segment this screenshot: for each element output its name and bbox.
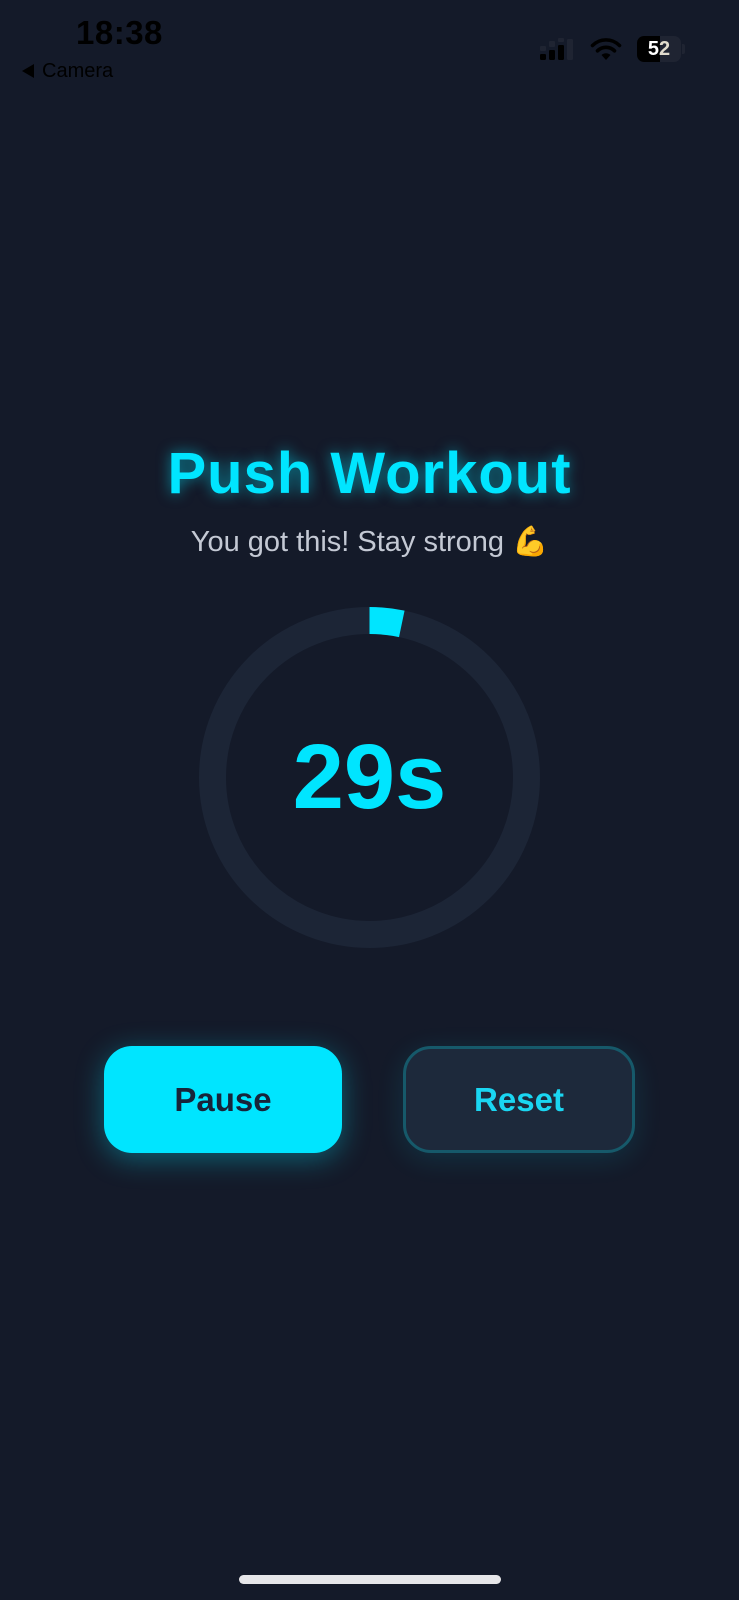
workout-title: Push Workout xyxy=(167,441,572,506)
battery-body: 52 xyxy=(637,36,681,62)
battery-tip xyxy=(682,44,685,54)
timer-countdown: 29s xyxy=(292,726,447,828)
wifi-icon xyxy=(590,38,622,60)
home-indicator[interactable] xyxy=(239,1575,501,1584)
back-to-camera-link[interactable]: Camera xyxy=(22,58,113,84)
workout-screen: 18:38 Camera 52 Push Workout You got thi… xyxy=(0,0,739,1600)
reset-button-label: Reset xyxy=(474,1080,564,1118)
pause-button-label: Pause xyxy=(174,1080,272,1118)
reset-button[interactable]: Reset xyxy=(403,1046,635,1153)
back-arrow-icon xyxy=(22,64,34,78)
pause-button[interactable]: Pause xyxy=(104,1046,342,1153)
workout-subtitle: You got this! Stay strong 💪 xyxy=(190,526,549,558)
back-link-label: Camera xyxy=(42,59,114,82)
battery-level-text: 52 xyxy=(647,38,671,60)
status-time: 18:38 xyxy=(76,14,163,51)
signal-icon xyxy=(540,38,573,60)
battery-icon: 52 xyxy=(637,36,685,62)
